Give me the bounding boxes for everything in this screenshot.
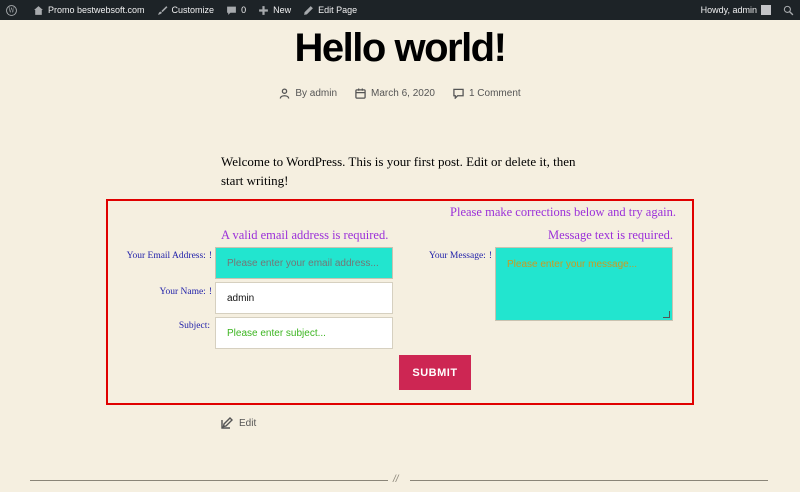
message-field[interactable]: Please enter your message... — [495, 247, 673, 321]
required-mark: ! — [208, 251, 212, 261]
search-toggle[interactable] — [777, 0, 800, 20]
message-error: Message text is required. — [548, 228, 673, 242]
separator-mark: // — [393, 474, 399, 485]
site-name-link[interactable]: Promo bestwebsoft.com — [27, 0, 151, 20]
avatar — [761, 5, 771, 15]
date-text: March 6, 2020 — [371, 88, 435, 99]
calendar-icon — [355, 88, 366, 99]
message-label: Your Message:! — [429, 251, 492, 261]
submit-button[interactable]: SUBMIT — [399, 355, 471, 390]
subject-placeholder: Please enter subject... — [227, 327, 326, 339]
edit-icon — [221, 417, 233, 429]
general-error: Please make corrections below and try ag… — [450, 205, 676, 219]
pencil-icon — [304, 5, 313, 15]
required-mark: ! — [488, 251, 492, 261]
post-title: Hello world! — [294, 26, 507, 70]
name-label-text: Your Name: — [159, 287, 206, 297]
customize-link[interactable]: Customize — [151, 0, 221, 20]
email-error: A valid email address is required. — [221, 228, 389, 242]
subject-field[interactable]: Please enter subject... — [215, 317, 393, 349]
email-label-text: Your Email Address: — [126, 251, 206, 261]
howdy-text: Howdy, admin — [700, 5, 757, 15]
brush-icon — [157, 5, 167, 15]
name-label: Your Name:! — [160, 287, 212, 297]
new-label: New — [273, 5, 292, 15]
email-field[interactable] — [215, 247, 393, 279]
customize-label: Customize — [171, 5, 215, 15]
email-label: Your Email Address:! — [127, 251, 212, 261]
post-meta: By admin March 6, 2020 1 Comment — [0, 88, 800, 99]
account-menu[interactable]: Howdy, admin — [695, 0, 777, 20]
home-icon — [34, 5, 43, 15]
separator-line-right — [410, 480, 768, 481]
post-author[interactable]: By admin — [279, 88, 337, 99]
name-field[interactable]: admin — [215, 282, 393, 314]
edit-page-link[interactable]: Edit Page — [297, 0, 363, 20]
search-icon — [783, 5, 794, 15]
edit-page-label: Edit Page — [318, 5, 358, 15]
post-intro: Welcome to WordPress. This is your first… — [221, 154, 576, 188]
comment-icon — [453, 88, 464, 99]
subject-label-text: Subject: — [178, 321, 210, 331]
message-placeholder: Please enter your message... — [507, 259, 638, 270]
message-label-text: Your Message: — [428, 251, 486, 261]
person-icon — [280, 88, 290, 99]
required-mark: ! — [208, 287, 212, 297]
site-name: Promo bestwebsoft.com — [48, 5, 145, 15]
resize-handle-icon[interactable] — [663, 311, 670, 318]
admin-bar: W Promo bestwebsoft.com Customize 0 New … — [0, 0, 800, 20]
comment-bubble-icon — [227, 6, 236, 15]
comments-link[interactable]: 0 — [220, 0, 252, 20]
name-value: admin — [227, 292, 255, 304]
post-date[interactable]: March 6, 2020 — [355, 88, 435, 99]
plus-icon — [259, 5, 268, 15]
author-text: By admin — [295, 88, 338, 99]
post-comments[interactable]: 1 Comment — [453, 88, 521, 99]
comments-count: 0 — [241, 5, 247, 15]
svg-text:W: W — [8, 7, 15, 14]
separator-line-left — [30, 480, 388, 481]
edit-post-link[interactable]: Edit — [221, 417, 256, 429]
edit-label: Edit — [239, 417, 257, 429]
comments-text: 1 Comment — [468, 88, 521, 99]
wordpress-logo-icon[interactable]: W — [0, 0, 27, 20]
new-content-link[interactable]: New — [252, 0, 297, 20]
subject-label: Subject: — [179, 321, 210, 331]
